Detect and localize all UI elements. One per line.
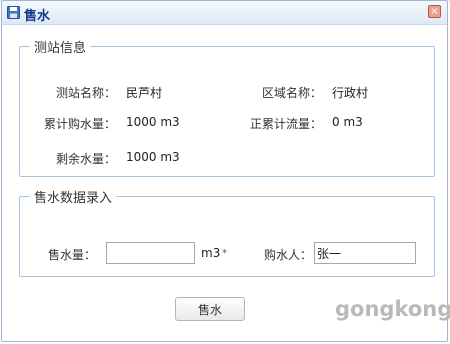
close-icon: × xyxy=(430,6,439,17)
dialog-title: 售水 xyxy=(24,9,51,24)
quantity-unit: m3 xyxy=(201,246,221,260)
save-icon xyxy=(7,6,20,19)
positive-flow-label: 正累计流量： xyxy=(249,117,322,131)
total-purchase-value: 1000 m3 xyxy=(126,115,180,129)
station-info-legend: 测站信息 xyxy=(34,41,87,56)
quantity-label: 售水量： xyxy=(47,248,96,262)
station-info-group: 测站信息 测站名称： 民芦村 区域名称： 行政村 累计购水量： 1000 m3 … xyxy=(19,37,435,177)
dialog-titlebar: 售水 × xyxy=(2,1,447,25)
sale-entry-legend: 售水数据录入 xyxy=(34,191,113,206)
close-button[interactable]: × xyxy=(428,5,441,18)
buyer-label: 购水人： xyxy=(263,248,312,262)
remaining-water-value: 1000 m3 xyxy=(126,150,180,164)
sell-water-dialog: 售水 × 测站信息 测站名称： 民芦村 区域名称： 行政村 累计购水量： 100… xyxy=(1,0,450,342)
sell-water-button[interactable]: 售水 xyxy=(175,297,245,321)
region-name-label: 区域名称： xyxy=(261,86,322,100)
required-mark: * xyxy=(222,248,227,259)
remaining-water-label: 剩余水量： xyxy=(55,152,116,166)
station-name-label: 测站名称： xyxy=(55,86,116,100)
quantity-input[interactable] xyxy=(106,242,195,264)
buyer-input[interactable] xyxy=(314,242,416,264)
positive-flow-value: 0 m3 xyxy=(332,115,363,129)
sale-entry-group: 售水数据录入 售水量： m3 * 购水人： xyxy=(19,187,435,277)
region-name-value: 行政村 xyxy=(332,86,369,100)
watermark: gongkong xyxy=(335,297,450,321)
station-name-value: 民芦村 xyxy=(126,86,163,100)
total-purchase-label: 累计购水量： xyxy=(43,117,116,131)
